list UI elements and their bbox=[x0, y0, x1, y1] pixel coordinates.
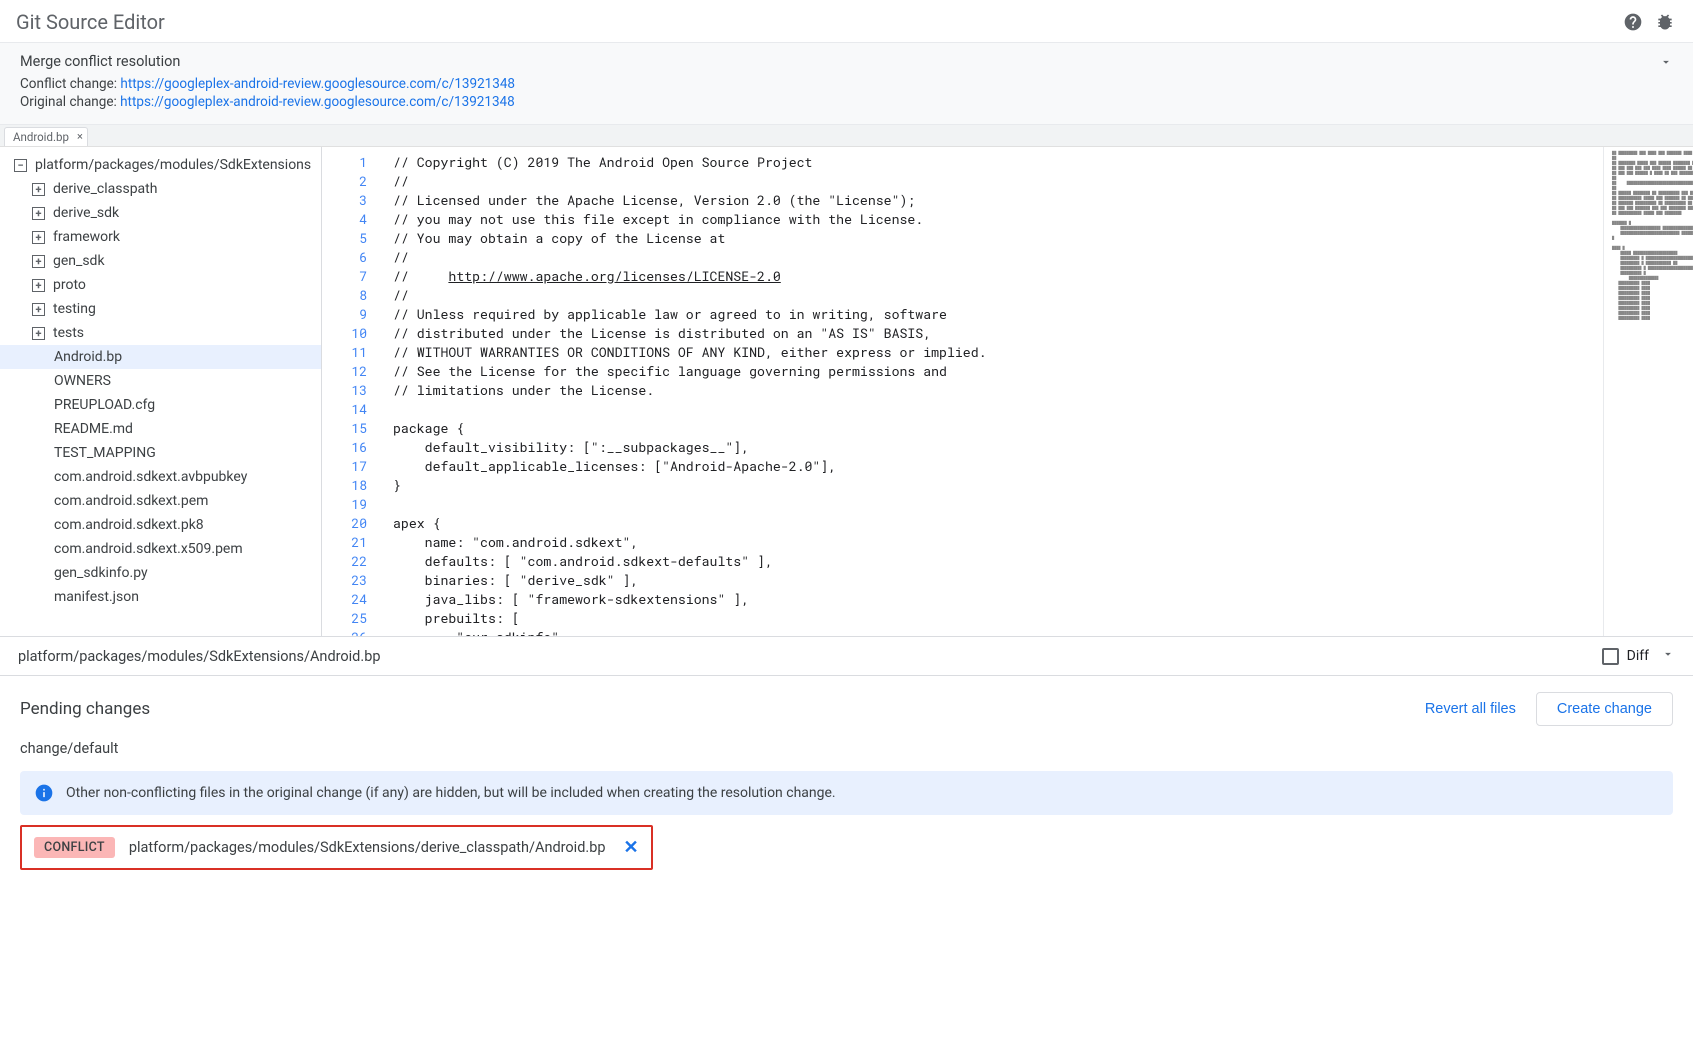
tree-folder[interactable]: + derive_classpath bbox=[0, 177, 321, 201]
tree-folder-label: gen_sdk bbox=[53, 253, 105, 269]
pending-title: Pending changes bbox=[20, 699, 150, 719]
conflict-file-path: platform/packages/modules/SdkExtensions/… bbox=[129, 839, 606, 856]
tree-file-label: com.android.sdkext.avbpubkey bbox=[54, 469, 247, 485]
expand-icon: + bbox=[32, 183, 45, 196]
tab-label: Android.bp bbox=[13, 130, 69, 144]
diff-checkbox[interactable] bbox=[1602, 648, 1619, 665]
merge-panel-title: Merge conflict resolution bbox=[20, 53, 1673, 70]
tree-folder-label: derive_classpath bbox=[53, 181, 157, 197]
tree-file[interactable]: com.android.sdkext.x509.pem bbox=[0, 537, 321, 561]
tree-file-label: com.android.sdkext.pem bbox=[54, 493, 208, 509]
tree-file-label: gen_sdkinfo.py bbox=[54, 565, 148, 581]
pending-header: Pending changes Revert all files Create … bbox=[20, 692, 1673, 726]
tree-folder[interactable]: + testing bbox=[0, 297, 321, 321]
code-editor[interactable]: 1234567891011121314151617181920212223242… bbox=[322, 147, 1693, 636]
tree-file[interactable]: com.android.sdkext.avbpubkey bbox=[0, 465, 321, 489]
collapse-icon: − bbox=[14, 159, 27, 172]
code-content[interactable]: // Copyright (C) 2019 The Android Open S… bbox=[377, 147, 1603, 636]
tree-file-label: com.android.sdkext.x509.pem bbox=[54, 541, 243, 557]
expand-icon: + bbox=[32, 231, 45, 244]
app-header: Git Source Editor bbox=[0, 0, 1693, 42]
editor-tab[interactable]: Android.bp × bbox=[4, 127, 88, 146]
revert-all-button[interactable]: Revert all files bbox=[1425, 701, 1516, 717]
expand-icon: + bbox=[32, 279, 45, 292]
tree-folder-label: testing bbox=[53, 301, 96, 317]
tree-file[interactable]: com.android.sdkext.pem bbox=[0, 489, 321, 513]
original-change-link[interactable]: https://googleplex-android-review.google… bbox=[120, 94, 515, 110]
tree-folder[interactable]: + tests bbox=[0, 321, 321, 345]
tree-file[interactable]: README.md bbox=[0, 417, 321, 441]
tree-folder[interactable]: + proto bbox=[0, 273, 321, 297]
tree-folder[interactable]: + gen_sdk bbox=[0, 249, 321, 273]
tree-file[interactable]: TEST_MAPPING bbox=[0, 441, 321, 465]
tree-root[interactable]: − platform/packages/modules/SdkExtension… bbox=[0, 153, 321, 177]
tree-file[interactable]: OWNERS bbox=[0, 369, 321, 393]
file-path-bar: platform/packages/modules/SdkExtensions/… bbox=[0, 637, 1693, 676]
expand-icon: + bbox=[32, 255, 45, 268]
create-change-button[interactable]: Create change bbox=[1536, 692, 1673, 726]
original-change-row: Original change: https://googleplex-andr… bbox=[20, 94, 1673, 110]
tree-file-label: README.md bbox=[54, 421, 133, 437]
diff-dropdown-icon[interactable] bbox=[1661, 647, 1675, 665]
tree-folder-label: framework bbox=[53, 229, 120, 245]
tree-file[interactable]: manifest.json bbox=[0, 585, 321, 609]
bug-icon[interactable] bbox=[1653, 10, 1677, 34]
tree-folder[interactable]: + derive_sdk bbox=[0, 201, 321, 225]
conflict-change-link[interactable]: https://googleplex-android-review.google… bbox=[120, 76, 515, 92]
tree-file[interactable]: com.android.sdkext.pk8 bbox=[0, 513, 321, 537]
editor-main: − platform/packages/modules/SdkExtension… bbox=[0, 147, 1693, 637]
info-text: Other non-conflicting files in the origi… bbox=[66, 785, 836, 801]
header-actions bbox=[1621, 10, 1677, 34]
tree-file-label: TEST_MAPPING bbox=[54, 445, 156, 461]
tree-folder-label: derive_sdk bbox=[53, 205, 119, 221]
merge-conflict-panel: Merge conflict resolution Conflict chang… bbox=[0, 42, 1693, 125]
expand-icon: + bbox=[32, 207, 45, 220]
file-path: platform/packages/modules/SdkExtensions/… bbox=[18, 648, 380, 665]
original-change-label: Original change: bbox=[20, 94, 117, 110]
tree-file[interactable]: PREUPLOAD.cfg bbox=[0, 393, 321, 417]
editor-tab-strip: Android.bp × bbox=[0, 125, 1693, 147]
pending-actions: Revert all files Create change bbox=[1425, 692, 1673, 726]
file-tree: − platform/packages/modules/SdkExtension… bbox=[0, 147, 322, 636]
expand-icon: + bbox=[32, 303, 45, 316]
tree-folder[interactable]: + framework bbox=[0, 225, 321, 249]
help-icon[interactable] bbox=[1621, 10, 1645, 34]
tree-folder-label: tests bbox=[53, 325, 84, 341]
conflict-change-row: Conflict change: https://googleplex-andr… bbox=[20, 76, 1673, 92]
close-tab-icon[interactable]: × bbox=[77, 130, 83, 143]
collapse-panel-icon[interactable] bbox=[1659, 55, 1673, 73]
expand-icon: + bbox=[32, 327, 45, 340]
remove-conflict-icon[interactable]: ✕ bbox=[623, 837, 638, 858]
info-banner: Other non-conflicting files in the origi… bbox=[20, 771, 1673, 815]
tree-file-label: manifest.json bbox=[54, 589, 139, 605]
conflict-file-row[interactable]: CONFLICT platform/packages/modules/SdkEx… bbox=[20, 825, 653, 870]
info-icon bbox=[34, 783, 54, 803]
conflict-badge: CONFLICT bbox=[34, 837, 115, 858]
line-number-gutter: 1234567891011121314151617181920212223242… bbox=[322, 147, 377, 636]
conflict-change-label: Conflict change: bbox=[20, 76, 117, 92]
path-bar-actions: Diff bbox=[1602, 647, 1675, 665]
pending-changes-section: Pending changes Revert all files Create … bbox=[0, 676, 1693, 870]
tree-file-label: OWNERS bbox=[54, 373, 111, 389]
tree-file[interactable]: gen_sdkinfo.py bbox=[0, 561, 321, 585]
tree-root-label: platform/packages/modules/SdkExtensions bbox=[35, 157, 311, 173]
tree-file-label: Android.bp bbox=[54, 349, 122, 365]
change-branch-name: change/default bbox=[20, 740, 1673, 757]
tree-folder-label: proto bbox=[53, 277, 86, 293]
diff-label: Diff bbox=[1627, 648, 1649, 664]
code-minimap[interactable]: ██ █████████ ███ ████ ███ ███████ ████ █… bbox=[1603, 147, 1693, 636]
tree-file-label: PREUPLOAD.cfg bbox=[54, 397, 155, 413]
tree-file[interactable]: Android.bp bbox=[0, 345, 321, 369]
tree-file-label: com.android.sdkext.pk8 bbox=[54, 517, 204, 533]
app-title: Git Source Editor bbox=[16, 10, 165, 34]
